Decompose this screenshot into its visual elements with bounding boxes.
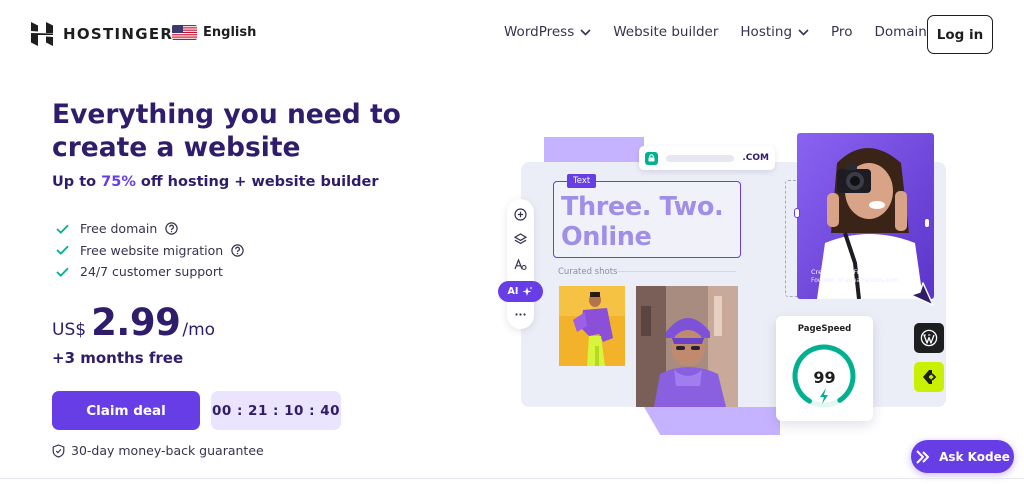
sparkle-icon [522,286,533,296]
us-flag-icon [172,25,197,40]
feature-item: Free domain [56,218,244,240]
site-header: HOSTINGER English WordPress Website buil… [0,0,1024,68]
subtitle-suffix: off hosting + website builder [135,174,379,190]
pagespeed-title: PageSpeed [797,324,852,334]
nav-label: Pro [831,24,853,40]
claim-deal-button[interactable]: Claim deal [52,391,200,430]
shield-icon [52,443,65,458]
url-tld: .COM [742,153,769,163]
price-amount: 2.99 [91,301,181,344]
litespeed-badge [914,362,944,392]
check-icon [56,267,69,277]
curated-shots-label: Curated shots [558,267,618,277]
kodee-label: Ask Kodee [939,449,1010,464]
feature-item: 24/7 customer support [56,261,244,283]
brand-name: HOSTINGER [63,25,174,43]
hostinger-logo-icon [31,22,53,46]
nav-label: Hosting [740,24,793,40]
feature-label: 24/7 customer support [80,264,223,280]
cursor-icon [910,282,934,306]
info-icon[interactable] [231,244,244,257]
feature-list: Free domain Free website migration 24/7 … [56,218,244,283]
check-icon [56,224,69,234]
chevron-down-icon [798,28,809,36]
guarantee-label: 30-day money-back guarantee [71,443,264,458]
resize-handle[interactable] [794,208,800,218]
hero-subtitle: Up to 75% off hosting + website builder [52,174,378,190]
language-label: English [203,25,257,40]
check-icon [56,245,69,256]
nav-item-domains[interactable]: Domains [874,24,933,40]
info-icon[interactable] [165,222,179,235]
pagespeed-score: 99 [813,368,836,387]
resize-handle[interactable] [924,218,930,228]
more-icon [515,313,526,316]
nav-label: WordPress [504,24,575,40]
editor-toolbar [507,199,534,329]
feature-label: Free website migration [80,242,224,258]
price-currency: US$ [52,320,87,340]
hero-title: Everything you need to create a website [52,99,401,163]
url-bar: .COM [639,146,775,170]
language-selector[interactable]: English [172,25,256,40]
headline-line: Online [561,222,652,252]
gallery-photo [559,286,625,366]
bonus-months: +3 months free [52,349,184,367]
nav-label: Domains [874,24,934,40]
subtitle-prefix: Up to [52,174,102,190]
countdown-timer: 00 : 21 : 10 : 40 [211,391,341,430]
feature-item: Free website migration [56,240,244,262]
chevron-down-icon [580,28,591,36]
pagespeed-card: PageSpeed 99 [776,316,873,421]
divider [0,478,1024,479]
price: US$ 2.99 /mo [52,301,215,344]
money-back-guarantee: 30-day money-back guarantee [52,443,264,458]
nav-item-website-builder[interactable]: Website builder [613,24,718,40]
price-period: /mo [182,320,216,340]
headline-line: Three. Two. [561,192,724,222]
feature-label: Free domain [80,221,158,237]
url-placeholder [665,154,735,162]
ai-button: AI [498,281,543,302]
nav-item-wordpress[interactable]: WordPress [504,24,591,40]
litespeed-icon [923,370,937,384]
nav-label: Website builder [613,24,719,40]
login-button[interactable]: Log in [927,15,993,54]
nav-item-hosting[interactable]: Hosting [740,24,809,40]
text-block-tag: Text [567,174,597,188]
bolt-icon [820,388,828,404]
photo-caption-sub: Founder of annafrancois.com [811,277,899,284]
ai-label: AI [507,286,519,297]
font-icon [514,258,527,271]
divider [618,271,736,272]
gallery-photo [636,286,738,407]
builder-headline: Three. Two. Online [561,192,724,252]
brand-logo[interactable]: HOSTINGER [31,22,173,46]
kodee-icon [916,449,930,464]
wordpress-icon [920,329,938,347]
ask-kodee-button[interactable]: Ask Kodee [911,440,1014,473]
wordpress-badge [914,323,944,353]
photo-caption-name: Credit: Anna Francois [811,268,881,276]
main-nav: WordPress Website builder Hosting Pro Do… [504,24,934,40]
nav-item-pro[interactable]: Pro [831,24,852,40]
discount-percent: 75% [101,174,136,190]
decor-shape [644,407,780,435]
lock-icon [645,151,658,165]
layers-icon [513,233,528,245]
plus-circle-icon [514,208,527,221]
